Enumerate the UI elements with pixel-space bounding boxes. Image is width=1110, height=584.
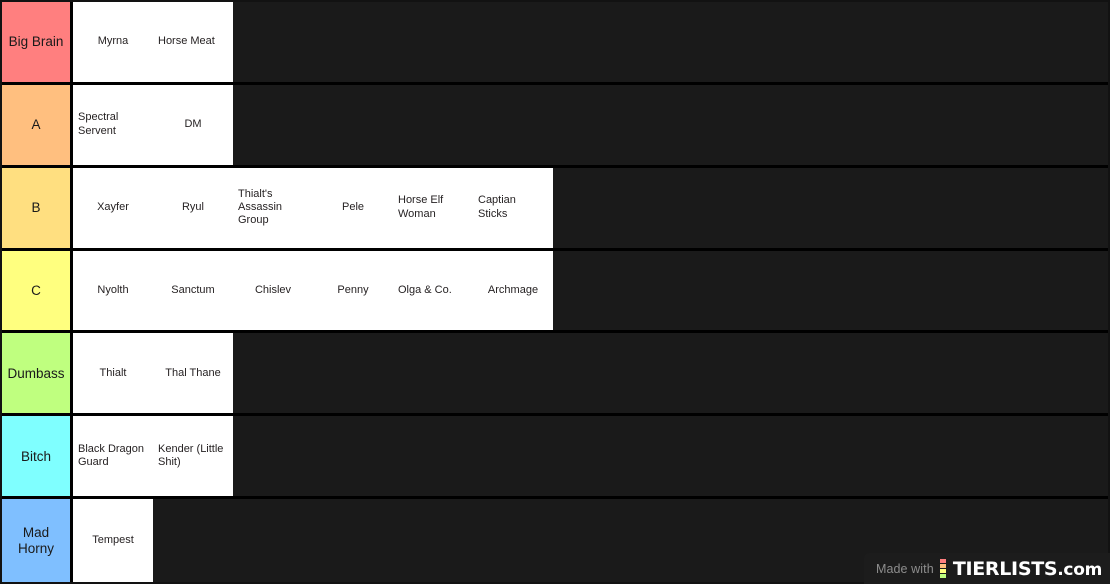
tier-list-board: Big Brain Myrna Horse Meat A Spectral Serven…	[0, 0, 1110, 584]
tier-item[interactable]: Olga & Co.	[393, 250, 473, 331]
tier-item-label: Archmage	[487, 283, 539, 296]
tier-item[interactable]: Spectral Servent	[73, 84, 153, 165]
watermark-made-with-label: Made with	[875, 561, 934, 576]
tier-item-label: Kender (Little Shit)	[158, 442, 224, 469]
tier-item-label: Captian Sticks	[478, 194, 516, 220]
tier-item[interactable]: Nyolth	[73, 250, 153, 331]
tier-item[interactable]: Captian Sticks	[473, 167, 553, 248]
tier-row: C Nyolth Sanctum Chislev Penny Olga & Co. Arch…	[2, 250, 1108, 334]
tierlists-logo-icon	[939, 559, 946, 578]
tier-item[interactable]: Myrna	[73, 2, 153, 82]
tier-item[interactable]: Horse Elf Woman	[393, 167, 473, 248]
tier-label-dumbass[interactable]: Dumbass	[2, 333, 73, 414]
tier-item-label: Black Dragon Guard	[78, 442, 145, 469]
tier-item-label: Ryul	[181, 200, 204, 213]
watermark-brand-name: TIERLISTS	[952, 557, 1058, 580]
tier-item[interactable]: Archmage	[473, 250, 553, 331]
tier-items-container[interactable]: Thialt Thal Thane	[73, 333, 1108, 414]
tier-item-label: Pele	[341, 200, 365, 213]
tier-items-container[interactable]: Nyolth Sanctum Chislev Penny Olga & Co. Archm…	[73, 250, 1108, 331]
tier-item[interactable]: Chislev	[233, 250, 313, 331]
tier-item[interactable]: Sanctum	[153, 250, 233, 331]
tier-item[interactable]: DM	[153, 84, 233, 165]
tier-item-label: DM	[184, 118, 202, 131]
tier-label-a[interactable]: A	[2, 84, 73, 165]
tier-item-label: Nyolth	[97, 283, 129, 296]
tier-item[interactable]: Horse Meat	[153, 2, 233, 82]
tier-label-c[interactable]: C	[2, 250, 73, 331]
tier-row: Bitch Black Dragon Guard Kender (Little Sh…	[2, 416, 1108, 500]
logo-square	[939, 569, 946, 573]
watermark-brand: TIERLISTS.com	[953, 558, 1102, 580]
tier-item-label: Chislev	[254, 283, 292, 296]
tier-item[interactable]: Thal Thane	[153, 333, 233, 414]
tier-label-mad-horny[interactable]: Mad Horny	[2, 499, 73, 582]
tier-item[interactable]: Thialt	[73, 333, 153, 414]
tier-item[interactable]: Tempest	[73, 499, 153, 582]
tier-item[interactable]: Penny	[313, 250, 393, 331]
tier-label-bitch[interactable]: Bitch	[2, 416, 73, 497]
logo-square	[939, 574, 946, 578]
logo-square	[939, 564, 946, 568]
watermark-brand-suffix: .com	[1057, 559, 1102, 580]
tier-row: Dumbass Thialt Thal Thane	[2, 333, 1108, 417]
tier-row: A Spectral Servent DM	[2, 84, 1108, 168]
tier-item-label: Xayfer	[97, 200, 129, 213]
tier-items-container[interactable]: Myrna Horse Meat	[73, 2, 1108, 82]
tier-item-label: Tempest	[92, 533, 134, 546]
logo-square	[939, 559, 946, 563]
tier-item-label: Myrna	[97, 35, 129, 48]
tier-label-b[interactable]: B	[2, 167, 73, 248]
tier-item[interactable]: Black Dragon Guard	[73, 416, 153, 497]
tier-label-big-brain[interactable]: Big Brain	[2, 2, 73, 82]
tier-item-label: Sanctum	[171, 283, 215, 296]
watermark-tierlists[interactable]: Made with TIERLISTS.com	[863, 553, 1110, 584]
tier-item-label: Thialt	[99, 366, 127, 379]
tier-item[interactable]: Kender (Little Shit)	[153, 416, 233, 497]
tier-item[interactable]: Ryul	[153, 167, 233, 248]
tier-item-label: Penny	[337, 283, 369, 296]
tier-item[interactable]: Xayfer	[73, 167, 153, 248]
tier-item-label: Thal Thane	[165, 366, 221, 379]
tier-item[interactable]: Pele	[313, 167, 393, 248]
tier-item-label: Thialt's Assassin Group	[238, 187, 283, 227]
tier-items-container[interactable]: Black Dragon Guard Kender (Little Shit)	[73, 416, 1108, 497]
tier-item[interactable]: Thialt's Assassin Group	[233, 167, 313, 248]
tier-item-label: Horse Elf Woman	[398, 194, 444, 220]
tier-row: Big Brain Myrna Horse Meat	[2, 2, 1108, 85]
tier-row: B Xayfer Ryul Thialt's Assassin Group Pele Ho…	[2, 167, 1108, 251]
tier-item-label: Olga & Co.	[398, 283, 452, 296]
tier-items-container[interactable]: Spectral Servent DM	[73, 84, 1108, 165]
tier-item-label: Spectral Servent	[78, 111, 119, 137]
tier-items-container[interactable]: Xayfer Ryul Thialt's Assassin Group Pele Hor…	[73, 167, 1108, 248]
tier-item-label: Horse Meat	[158, 35, 215, 48]
